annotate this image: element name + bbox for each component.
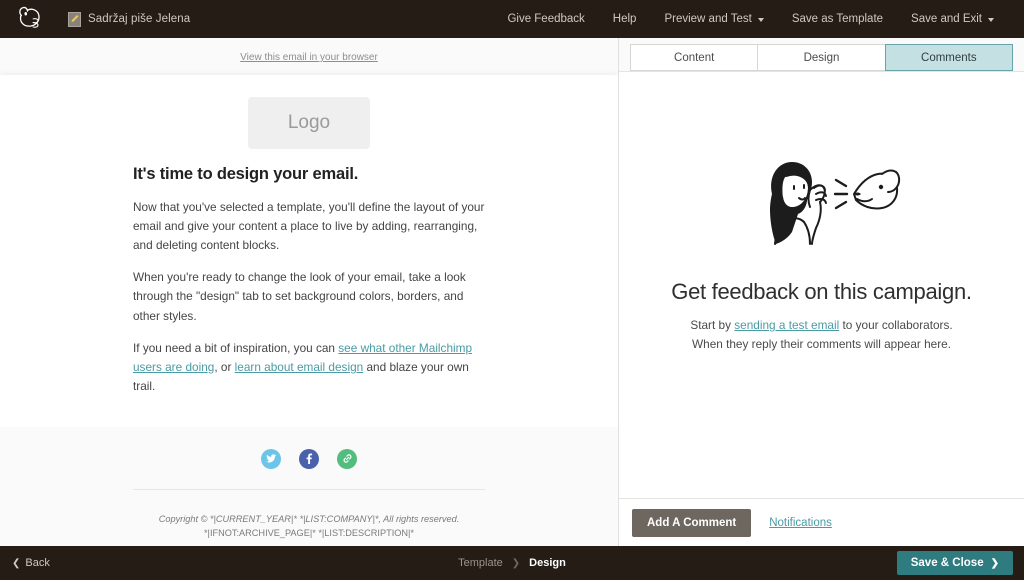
- empty-line1-pre: Start by: [690, 318, 735, 332]
- email-text-block[interactable]: It's time to design your email. Now that…: [0, 165, 618, 396]
- preheader-block[interactable]: View this email in your browser: [0, 38, 618, 75]
- save-and-close-button[interactable]: Save & Close ❯: [896, 551, 1013, 575]
- top-navigation: Give Feedback Help Preview and Test Save…: [493, 0, 1024, 38]
- add-comment-button[interactable]: Add A Comment: [632, 508, 752, 537]
- send-test-email-link[interactable]: sending a test email: [734, 318, 839, 332]
- logo-block[interactable]: Logo: [0, 75, 618, 165]
- campaign-name-label: Sadržaj piše Jelena: [88, 13, 191, 25]
- nav-save-as-template[interactable]: Save as Template: [778, 0, 897, 38]
- chevron-down-icon: [757, 18, 764, 22]
- comments-empty-heading: Get feedback on this campaign.: [671, 279, 972, 304]
- side-panel: Content Design Comments Get feedback on …: [618, 38, 1024, 546]
- link-icon[interactable]: [337, 448, 357, 469]
- nav-help[interactable]: Help: [599, 0, 651, 38]
- nav-preview-and-test-label: Preview and Test: [664, 13, 752, 25]
- mailchimp-freddie-icon: [19, 6, 40, 28]
- chevron-right-icon: ❯: [511, 557, 521, 569]
- tab-content[interactable]: Content: [630, 44, 759, 71]
- nav-save-as-template-label: Save as Template: [791, 13, 884, 25]
- email-paragraph-3-pre: If you need a bit of inspiration, you ca…: [133, 340, 339, 355]
- twitter-icon[interactable]: [261, 448, 281, 469]
- chevron-down-icon: [988, 18, 994, 22]
- notifications-link[interactable]: Notifications: [769, 517, 832, 529]
- nav-help-label: Help: [612, 13, 637, 25]
- email-heading: It's time to design your email.: [133, 165, 359, 183]
- email-footer-block[interactable]: Copyright © *|CURRENT_YEAR|* *|LIST:COMP…: [0, 489, 618, 546]
- view-in-browser-link[interactable]: View this email in your browser: [240, 52, 378, 63]
- breadcrumb-template[interactable]: Template: [458, 557, 503, 569]
- comments-panel-body: Get feedback on this campaign. Start by …: [619, 71, 1024, 498]
- tab-design-label: Design: [803, 51, 840, 64]
- woman-listening-to-dog-illustration: [769, 162, 900, 245]
- nav-save-and-exit-label: Save and Exit: [911, 13, 982, 25]
- tab-design[interactable]: Design: [757, 44, 886, 71]
- email-preview-canvas[interactable]: View this email in your browser Logo It'…: [0, 38, 618, 546]
- nav-give-feedback-label: Give Feedback: [507, 13, 585, 25]
- comments-empty-line-1: Start by sending a test email to your co…: [639, 316, 1004, 335]
- back-button[interactable]: ❮ Back: [12, 557, 50, 569]
- tab-comments-label: Comments: [921, 51, 977, 64]
- back-button-label: Back: [25, 557, 50, 569]
- comments-empty-line-2: When they reply their comments will appe…: [692, 337, 951, 352]
- learn-email-design-link[interactable]: learn about email design: [235, 360, 364, 374]
- email-template: View this email in your browser Logo It'…: [0, 38, 618, 546]
- nav-give-feedback[interactable]: Give Feedback: [493, 0, 598, 38]
- top-chrome-bar: Sadržaj piše Jelena Give Feedback Help P…: [0, 0, 1024, 38]
- comments-empty-state: Get feedback on this campaign. Start by …: [619, 154, 1024, 355]
- bottom-chrome-bar: ❮ Back Template ❯ Design Save & Close ❯: [0, 546, 1024, 580]
- panel-tab-bar: Content Design Comments: [619, 38, 1024, 71]
- save-and-close-label: Save & Close: [910, 557, 984, 569]
- nav-save-and-exit[interactable]: Save and Exit: [897, 0, 1008, 38]
- tab-content-label: Content: [674, 51, 715, 64]
- email-paragraph-3: If you need a bit of inspiration, you ca…: [133, 339, 485, 396]
- campaign-name-field[interactable]: Sadržaj piše Jelena: [68, 11, 191, 27]
- workspace: View this email in your browser Logo It'…: [0, 38, 1024, 546]
- breadcrumb: Template ❯ Design: [0, 557, 1024, 569]
- social-follow-block[interactable]: [0, 426, 618, 489]
- footer-archive: *|IFNOT:ARCHIVE_PAGE|* *|LIST:DESCRIPTIO…: [203, 528, 414, 539]
- comments-action-bar: Add A Comment Notifications: [619, 498, 1024, 546]
- document-edit-icon: [68, 11, 81, 27]
- tab-comments[interactable]: Comments: [884, 44, 1013, 71]
- footer-copyright: Copyright © *|CURRENT_YEAR|* *|LIST:COMP…: [158, 513, 460, 524]
- email-paragraph-1: Now that you've selected a template, you…: [133, 200, 485, 253]
- mailchimp-logo[interactable]: [8, 5, 54, 33]
- chevron-right-icon: ❯: [990, 557, 999, 569]
- breadcrumb-design: Design: [529, 557, 566, 569]
- logo-placeholder[interactable]: Logo: [248, 97, 370, 149]
- facebook-icon[interactable]: [299, 448, 319, 469]
- email-main-block: Logo It's time to design your email. Now…: [0, 75, 618, 427]
- nav-preview-and-test[interactable]: Preview and Test: [650, 0, 777, 38]
- empty-line1-post: to your collaborators.: [839, 318, 953, 332]
- email-paragraph-2: When you're ready to change the look of …: [133, 270, 466, 323]
- chevron-left-icon: ❮: [12, 557, 21, 569]
- email-paragraph-3-mid: , or: [214, 359, 235, 374]
